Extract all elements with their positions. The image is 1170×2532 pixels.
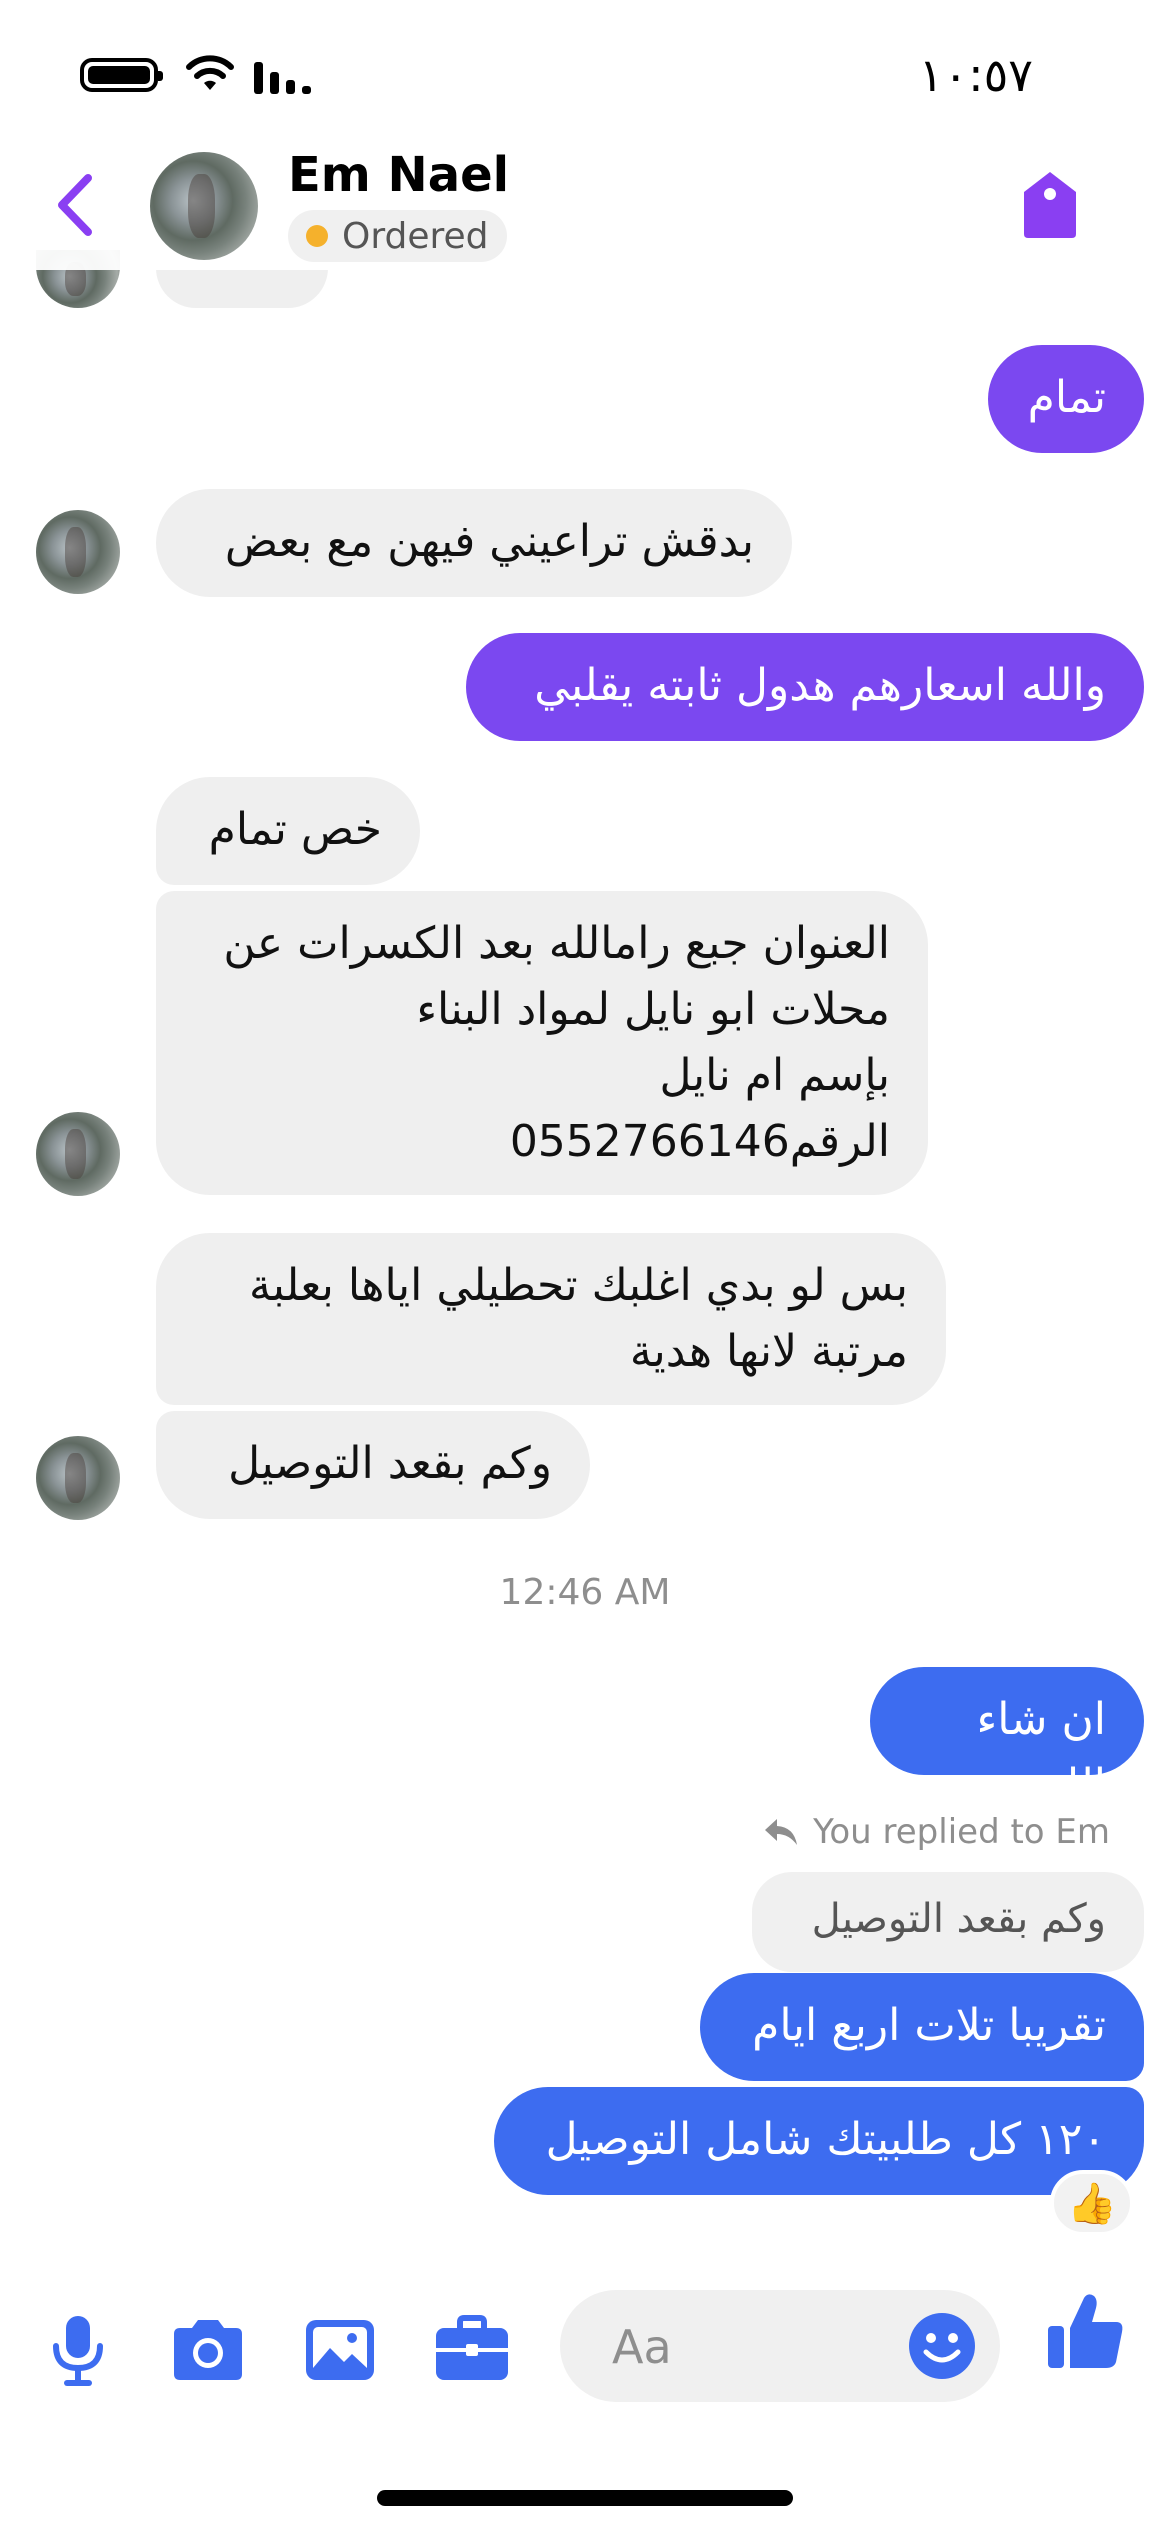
reply-arrow-icon [765,1819,798,1845]
avatar [36,510,120,594]
sent-message-bubble[interactable]: ان شاء الله [870,1667,1144,1811]
avatar [36,1436,120,1520]
sent-message-bubble[interactable]: تقريبا تلات اربع ايام [700,1973,1144,2081]
signal-icon [254,62,311,94]
sent-message-bubble[interactable]: تمام [988,345,1144,453]
battery-icon [80,58,163,92]
thumbs-up-icon[interactable] [1044,2290,1128,2374]
tag-icon[interactable] [1020,168,1080,240]
camera-icon[interactable] [168,2310,248,2390]
status-label: Ordered [342,215,489,257]
sent-message-bubble[interactable]: ١٢٠ كل طلبيتك شامل التوصيل [494,2087,1144,2195]
home-indicator [377,2490,793,2506]
reaction-badge[interactable]: 👍 [1050,2170,1134,2236]
status-dot [306,225,328,247]
received-message-bubble[interactable]: بدقش تراعيني فيهن مع بعض [156,489,792,597]
message-composer[interactable] [560,2290,1000,2404]
avatar [36,1112,120,1196]
sent-message-bubble[interactable]: والله اسعارهم هدول ثابته يقلبي [466,633,1144,741]
status-time: ١٠:٥٧ [918,48,1033,102]
gallery-icon[interactable] [300,2310,380,2390]
back-chevron-icon[interactable] [50,172,100,238]
wifi-icon [186,55,234,90]
reply-indicator: You replied to Em [763,1812,1110,1852]
order-status-badge[interactable]: Ordered [288,210,507,262]
contact-avatar[interactable] [150,152,258,260]
received-message-bubble[interactable]: العنوان جبع رامالله بعد الكسرات عن محلات… [156,891,928,1195]
contact-name[interactable]: Em Nael [288,147,509,203]
timestamp-separator: 12:46 AM [499,1572,671,1613]
briefcase-icon[interactable] [432,2310,512,2390]
received-message-bubble[interactable]: وكم بقعد التوصيل [156,1411,590,1519]
reply-note-text: You replied to Em [813,1812,1110,1852]
received-message-bubble[interactable]: بس لو بدي اغلبك تحطيلي اياها بعلبة مرتبة… [156,1233,946,1405]
microphone-icon[interactable] [38,2310,118,2390]
emoji-icon[interactable] [906,2310,978,2382]
received-message-bubble[interactable]: خص تمام [156,777,420,885]
quoted-message[interactable]: وكم بقعد التوصيل [752,1872,1144,1972]
message-input[interactable] [610,2290,884,2404]
